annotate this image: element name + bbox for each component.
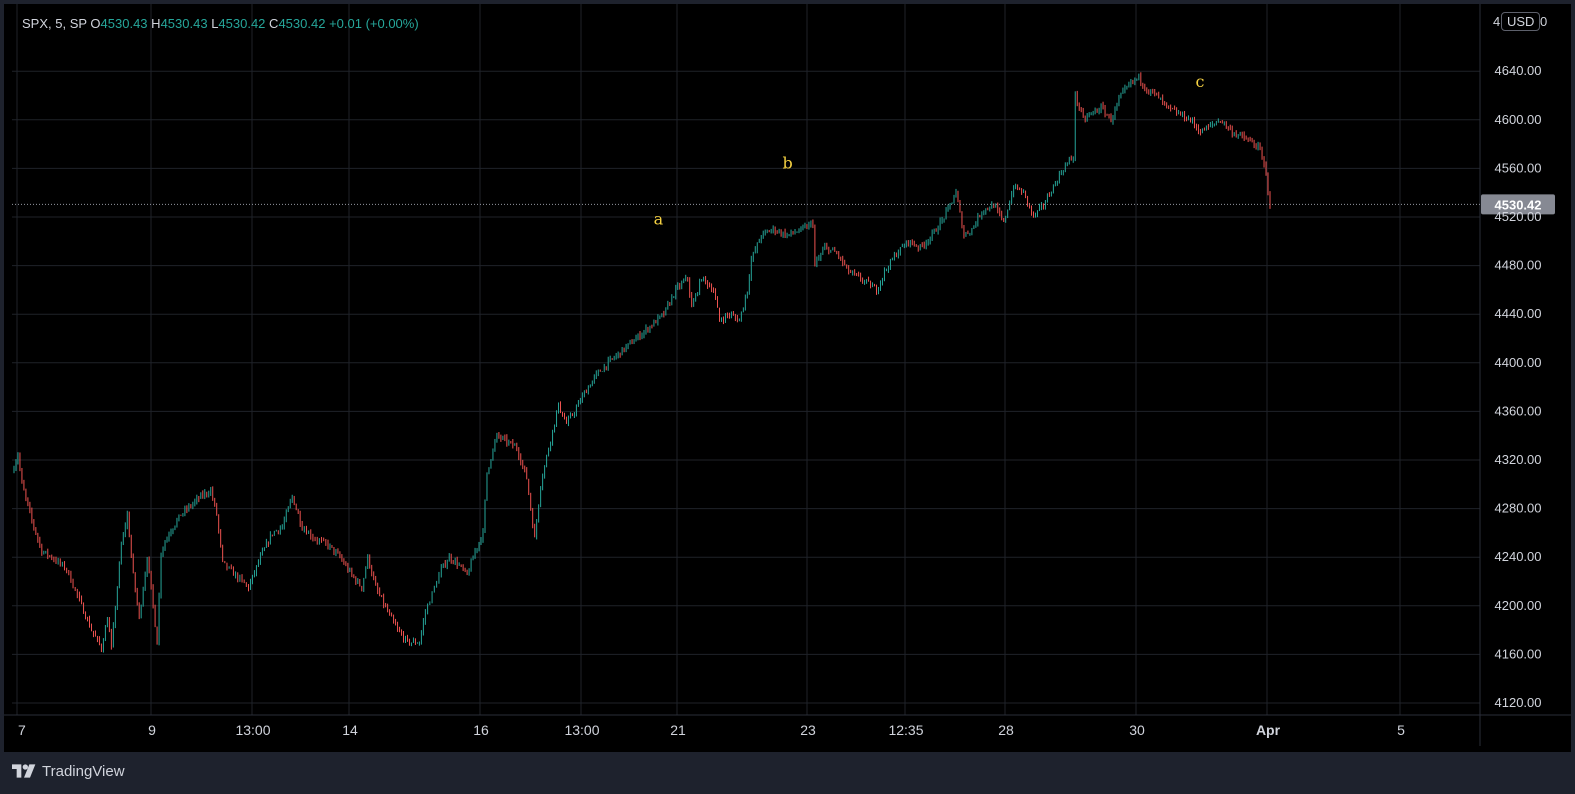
x-tick-label: 13:00 [235, 722, 270, 738]
wave-label-c: c [1195, 72, 1204, 91]
x-tick-label: 9 [148, 722, 156, 738]
x-tick-label: 30 [1129, 722, 1145, 738]
x-tick-label: Apr [1256, 722, 1281, 738]
high-value: 4530.43 [160, 16, 208, 31]
symbol-label[interactable]: SPX, 5, SP [22, 16, 87, 31]
y-tick-label: 4240.00 [1495, 549, 1542, 564]
y-tick-label: 4560.00 [1495, 160, 1542, 175]
y-tick-label: 4280.00 [1495, 501, 1542, 516]
y-tick-label: 4160.00 [1495, 646, 1542, 661]
wave-label-b: b [782, 153, 792, 172]
y-tick-label: 4600.00 [1495, 112, 1542, 127]
y-tick-label: 4520.00 [1495, 209, 1542, 224]
y-tick-label: 4120.00 [1495, 695, 1542, 710]
x-tick-label: 14 [342, 722, 358, 738]
grid [4, 4, 1571, 746]
y-tick-label: 4400.00 [1495, 355, 1542, 370]
open-label: O [90, 16, 101, 31]
tradingview-logo-icon[interactable] [12, 764, 36, 778]
symbol-legend: SPX, 5, SP O4530.43 H4530.43 L4530.42 C4… [22, 16, 419, 31]
wave-label-a: a [654, 209, 664, 228]
y-tick-label: 4640.00 [1495, 63, 1542, 78]
x-tick-label: 16 [473, 722, 489, 738]
x-tick-label: 28 [998, 722, 1014, 738]
open-value: 4530.43 [100, 16, 148, 31]
currency-button[interactable]: USD [1501, 12, 1541, 31]
footer: TradingView [12, 760, 125, 782]
price-axis[interactable]: 4120.00 4160.00 4200.00 4240.00 4280.00 4320.… [1493, 14, 1547, 710]
y-tick-label-partial-end: 0 [1540, 14, 1547, 29]
x-tick-label: 5 [1397, 722, 1405, 738]
x-tick-label: 23 [800, 722, 816, 738]
chart-area[interactable]: a b c 4530.42 4120.00 4160.00 4200.00 4240.00… [4, 4, 1571, 752]
y-tick-label-partial: 4 [1493, 14, 1500, 29]
y-tick-label: 4360.00 [1495, 403, 1542, 418]
x-tick-label: 13:00 [564, 722, 599, 738]
x-tick-label: 21 [670, 722, 686, 738]
low-value: 4530.42 [218, 16, 266, 31]
y-tick-label: 4480.00 [1495, 258, 1542, 273]
y-tick-label: 4320.00 [1495, 452, 1542, 467]
high-label: H [151, 16, 161, 31]
x-tick-label: 12:35 [888, 722, 923, 738]
y-tick-label: 4200.00 [1495, 598, 1542, 613]
wave-annotations: a b c [654, 72, 1205, 228]
time-axis[interactable]: 7 9 13:00 14 16 13:00 21 23 12:35 28 30 Apr 5 [18, 722, 1405, 738]
x-tick-label: 7 [18, 722, 26, 738]
last-price-line: 4530.42 [12, 194, 1555, 215]
change-value: +0.01 (+0.00%) [329, 16, 419, 31]
candlestick-chart[interactable]: a b c 4530.42 4120.00 4160.00 4200.00 4240.00… [4, 4, 1571, 752]
y-tick-label: 4440.00 [1495, 306, 1542, 321]
close-value: 4530.42 [278, 16, 326, 31]
brand-label[interactable]: TradingView [42, 763, 125, 780]
